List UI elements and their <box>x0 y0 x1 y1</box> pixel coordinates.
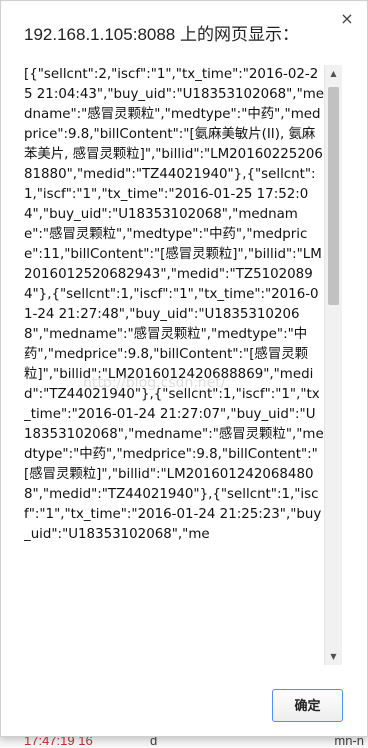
scroll-thumb[interactable] <box>328 87 339 305</box>
scroll-down-icon[interactable]: ▼ <box>325 648 342 665</box>
dialog-title: 192.168.1.105:8088 上的网页显示： <box>24 25 299 44</box>
alert-dialog: 192.168.1.105:8088 上的网页显示： × [{"sellcnt"… <box>0 0 368 737</box>
ok-button[interactable]: 确定 <box>272 689 343 722</box>
close-icon[interactable]: × <box>339 11 355 27</box>
vertical-scrollbar[interactable]: ▲ ▼ <box>324 65 342 665</box>
message-area[interactable]: [{"sellcnt":2,"iscf":"1","tx_time":"2016… <box>24 65 344 665</box>
message-text: [{"sellcnt":2,"iscf":"1","tx_time":"2016… <box>24 67 325 542</box>
scroll-up-icon[interactable]: ▲ <box>325 65 342 82</box>
